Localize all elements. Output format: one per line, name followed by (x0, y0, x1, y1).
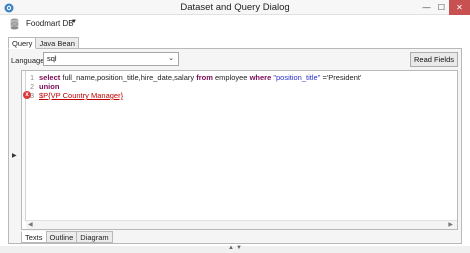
error-icon[interactable]: x (23, 91, 31, 99)
horizontal-scrollbar[interactable]: ◀ ▶ (26, 220, 457, 229)
scroll-right-icon[interactable]: ▶ (448, 221, 453, 228)
query-editor[interactable]: 1 select full_name,position_title,hire_da… (21, 70, 458, 230)
window-controls: — ☐ ✕ (419, 0, 470, 15)
datasource-name[interactable]: Foodmart DB (26, 19, 74, 28)
query-panel: Language sql ⌄ Read Fields ▶ 1 select ful… (8, 48, 462, 244)
tab-outline[interactable]: Outline (45, 231, 78, 243)
splitter-grip-icon[interactable]: ▲▼ (228, 245, 244, 251)
error-parameter-text: $P{VP Country Manager} (39, 91, 124, 100)
datasource-dropdown-icon[interactable]: ▼ (71, 19, 77, 25)
code-line-2[interactable]: 2 union (25, 82, 59, 91)
close-button[interactable]: ✕ (449, 0, 470, 15)
string-literal: "position_title" (273, 73, 321, 82)
language-select[interactable]: sql ⌄ (43, 52, 179, 66)
panel-splitter[interactable]: ▲▼ (0, 245, 470, 253)
datasource-toolbar: Foodmart DB ▼ (0, 15, 470, 35)
tab-diagram[interactable]: Diagram (76, 231, 113, 243)
read-fields-button[interactable]: Read Fields (410, 52, 458, 67)
keyword-union: union (39, 82, 60, 91)
expand-arrow-icon[interactable]: ▶ (12, 152, 17, 159)
keyword-select: select (39, 73, 61, 82)
window-title: Dataset and Query Dialog (180, 2, 290, 13)
language-selected-value: sql (47, 54, 57, 63)
minimize-button[interactable]: — (419, 0, 434, 15)
code-text: employee (212, 73, 250, 82)
code-line-1[interactable]: 1 select full_name,position_title,hire_da… (25, 73, 361, 82)
tab-texts[interactable]: Texts (21, 231, 47, 243)
language-label: Language (11, 56, 45, 65)
title-bar: Dataset and Query Dialog — ☐ ✕ (0, 0, 470, 15)
database-icon[interactable] (10, 18, 19, 30)
keyword-where: where (249, 73, 272, 82)
chevron-down-icon: ⌄ (168, 55, 174, 62)
tab-query[interactable]: Query (8, 37, 37, 49)
keyword-from: from (196, 73, 213, 82)
code-text: full_name,position_title,hire_date,salar… (60, 73, 197, 82)
code-text: ='President' (320, 73, 362, 82)
scroll-left-icon[interactable]: ◀ (28, 221, 33, 228)
code-line-3[interactable]: x 3 $P{VP Country Manager} (23, 91, 124, 100)
editor-view-tabs: Texts Outline Diagram (21, 231, 113, 243)
maximize-button[interactable]: ☐ (434, 0, 449, 15)
